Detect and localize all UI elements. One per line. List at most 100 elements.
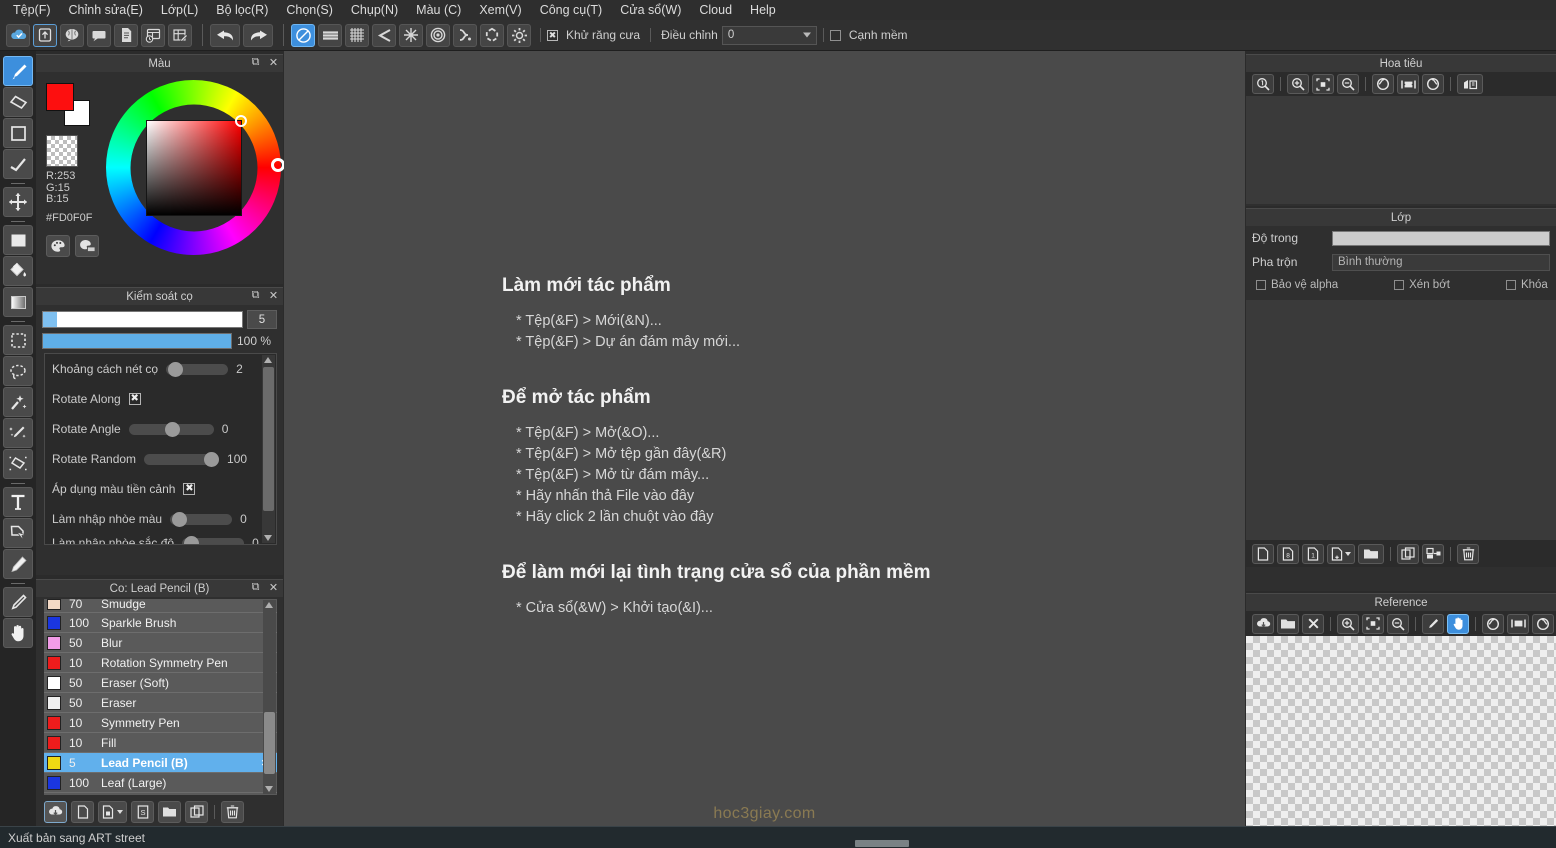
color-wheel[interactable] xyxy=(106,80,281,255)
brush-opacity-slider[interactable] xyxy=(42,333,232,349)
delete-icon[interactable] xyxy=(221,801,244,823)
rotate-angle-slider[interactable] xyxy=(129,424,214,435)
list-item[interactable]: 10 Symmetry Pen xyxy=(44,713,277,733)
brush-control-row[interactable]: Làm nhập nhòe sắc độ 0 xyxy=(45,534,276,545)
open-folder-icon[interactable] xyxy=(1277,614,1299,634)
brush-control-row[interactable]: Làm nhập nhòe màu 0 xyxy=(45,504,276,534)
rotate-icon[interactable] xyxy=(1532,614,1554,634)
download-brush-icon[interactable] xyxy=(44,801,67,823)
eraser-diamond-tool[interactable] xyxy=(3,87,33,117)
adjust-select[interactable]: 0 xyxy=(722,26,817,45)
add-layer-dropdown-icon[interactable] xyxy=(1327,544,1355,564)
status-text[interactable]: Xuất bản sang ART street xyxy=(8,831,145,845)
curve-symmetry-icon[interactable] xyxy=(453,24,477,47)
list-item[interactable]: 50 Blur xyxy=(44,633,277,653)
polygon-symmetry-icon[interactable] xyxy=(480,24,504,47)
list-item-selected[interactable]: 5 Lead Pencil (B) ✲ xyxy=(44,753,277,773)
rect-select-tool[interactable] xyxy=(3,325,33,355)
zoom-out-icon[interactable] xyxy=(1387,614,1409,634)
brush-size-value[interactable]: 5 xyxy=(247,310,277,329)
shape-select-tool[interactable] xyxy=(3,449,33,479)
zoom-actual-icon[interactable] xyxy=(1252,74,1274,94)
menu-item-file[interactable]: Tệp(F) xyxy=(4,0,60,20)
soft-edge-checkbox[interactable] xyxy=(830,30,841,41)
zoom-in-icon[interactable] xyxy=(1287,74,1309,94)
menu-item-color[interactable]: Màu (C) xyxy=(407,0,470,20)
table-clock-icon[interactable] xyxy=(141,24,165,47)
menu-item-select[interactable]: Chọn(S) xyxy=(277,0,342,20)
mirror-view-icon[interactable] xyxy=(1457,74,1483,94)
text-tool[interactable] xyxy=(3,487,33,517)
rotate-icon[interactable] xyxy=(1422,74,1444,94)
shade-blur-slider[interactable] xyxy=(182,538,244,546)
shape-rect-tool[interactable] xyxy=(3,118,33,148)
menu-item-edit[interactable]: Chỉnh sửa(E) xyxy=(60,0,152,20)
list-item[interactable]: 50 Eraser (Soft) xyxy=(44,673,277,693)
new-folder-icon[interactable] xyxy=(1358,544,1384,564)
close-icon[interactable]: ✕ xyxy=(268,581,279,594)
grid-edit-icon[interactable] xyxy=(168,24,192,47)
list-item[interactable]: 100 Leaf (Large) xyxy=(44,773,277,793)
saturation-value-box[interactable] xyxy=(146,120,242,216)
brush-control-row[interactable]: Rotate Angle 0 xyxy=(45,414,276,444)
palette-icon[interactable] xyxy=(46,235,70,257)
float-panel-icon[interactable]: ⧉ xyxy=(250,56,261,69)
flip-horizontal-icon[interactable] xyxy=(1397,74,1419,94)
scroll-down-arrow-icon[interactable] xyxy=(265,786,273,792)
eyedropper-icon[interactable] xyxy=(1422,614,1444,634)
brush-control-row[interactable]: Áp dụng màu tiền cảnh ✖ xyxy=(45,474,276,504)
brush-control-row[interactable]: Rotate Along ✖ xyxy=(45,384,276,414)
menu-item-cloud[interactable]: Cloud xyxy=(690,0,741,20)
fit-screen-icon[interactable] xyxy=(1312,74,1334,94)
cloud-save-icon[interactable] xyxy=(6,24,30,47)
rotate-reset-icon[interactable] xyxy=(1372,74,1394,94)
brush-size-slider[interactable] xyxy=(42,311,243,328)
radial-symmetry-icon[interactable] xyxy=(399,24,423,47)
horizontal-scrollbar[interactable] xyxy=(855,840,909,847)
new-layer-icon[interactable] xyxy=(1252,544,1274,564)
hue-ring-marker[interactable] xyxy=(271,158,285,172)
import-reference-icon[interactable] xyxy=(1252,614,1274,634)
zoom-in-icon[interactable] xyxy=(1337,614,1359,634)
close-icon[interactable]: ✕ xyxy=(268,289,279,302)
concentric-circles-icon[interactable] xyxy=(426,24,450,47)
palette-swatch-icon[interactable] xyxy=(75,235,99,257)
list-item[interactable]: 10 Rotation Symmetry Pen xyxy=(44,653,277,673)
magic-wand-tool[interactable] xyxy=(3,387,33,417)
layer-blend-select[interactable]: Bình thường xyxy=(1332,254,1550,271)
brush-control-row[interactable]: Khoảng cách nét cọ 2 xyxy=(45,354,276,384)
marker-tool[interactable] xyxy=(3,549,33,579)
menu-item-capture[interactable]: Chụp(N) xyxy=(342,0,407,20)
menu-item-window[interactable]: Cửa sổ(W) xyxy=(611,0,690,20)
sv-marker[interactable] xyxy=(235,115,247,127)
eyedropper-tool[interactable] xyxy=(3,587,33,617)
merge-layer-icon[interactable] xyxy=(1422,544,1444,564)
scroll-up-arrow-icon[interactable] xyxy=(265,602,273,608)
brush-list-scrollbar[interactable] xyxy=(263,600,276,794)
brush-tool[interactable] xyxy=(3,56,33,86)
menu-item-filter[interactable]: Bộ lọc(R) xyxy=(207,0,277,20)
mirror-left-icon[interactable] xyxy=(372,24,396,47)
hand-tool[interactable] xyxy=(3,618,33,648)
transparent-swatch[interactable] xyxy=(46,135,78,167)
document-icon[interactable] xyxy=(114,24,138,47)
layer-list[interactable] xyxy=(1246,300,1556,540)
canvas-area[interactable]: Làm mới tác phẩm * Tệp(&F) > Mới(&N)... … xyxy=(284,51,1245,826)
new-8bit-layer-icon[interactable]: 8 xyxy=(1277,544,1299,564)
comment-icon[interactable] xyxy=(87,24,111,47)
bucket-fill-tool[interactable] xyxy=(3,256,33,286)
list-item[interactable]: 70 Smudge xyxy=(44,599,277,613)
duplicate-layer-icon[interactable] xyxy=(1397,544,1419,564)
close-icon[interactable]: ✕ xyxy=(268,56,279,69)
no-symmetry-icon[interactable] xyxy=(291,24,315,47)
undo-arrow-icon[interactable] xyxy=(210,24,240,47)
zoom-out-icon[interactable] xyxy=(1337,74,1359,94)
pen-line-tool[interactable] xyxy=(3,149,33,179)
sparkle-brush-tool[interactable] xyxy=(3,418,33,448)
brain-icon[interactable] xyxy=(60,24,84,47)
list-item[interactable]: 50 Eraser xyxy=(44,693,277,713)
fit-screen-icon[interactable] xyxy=(1362,614,1384,634)
new-brush-icon[interactable] xyxy=(71,801,94,823)
lasso-select-tool[interactable] xyxy=(3,356,33,386)
apply-foreground-color-checkbox[interactable]: ✖ xyxy=(183,483,195,495)
